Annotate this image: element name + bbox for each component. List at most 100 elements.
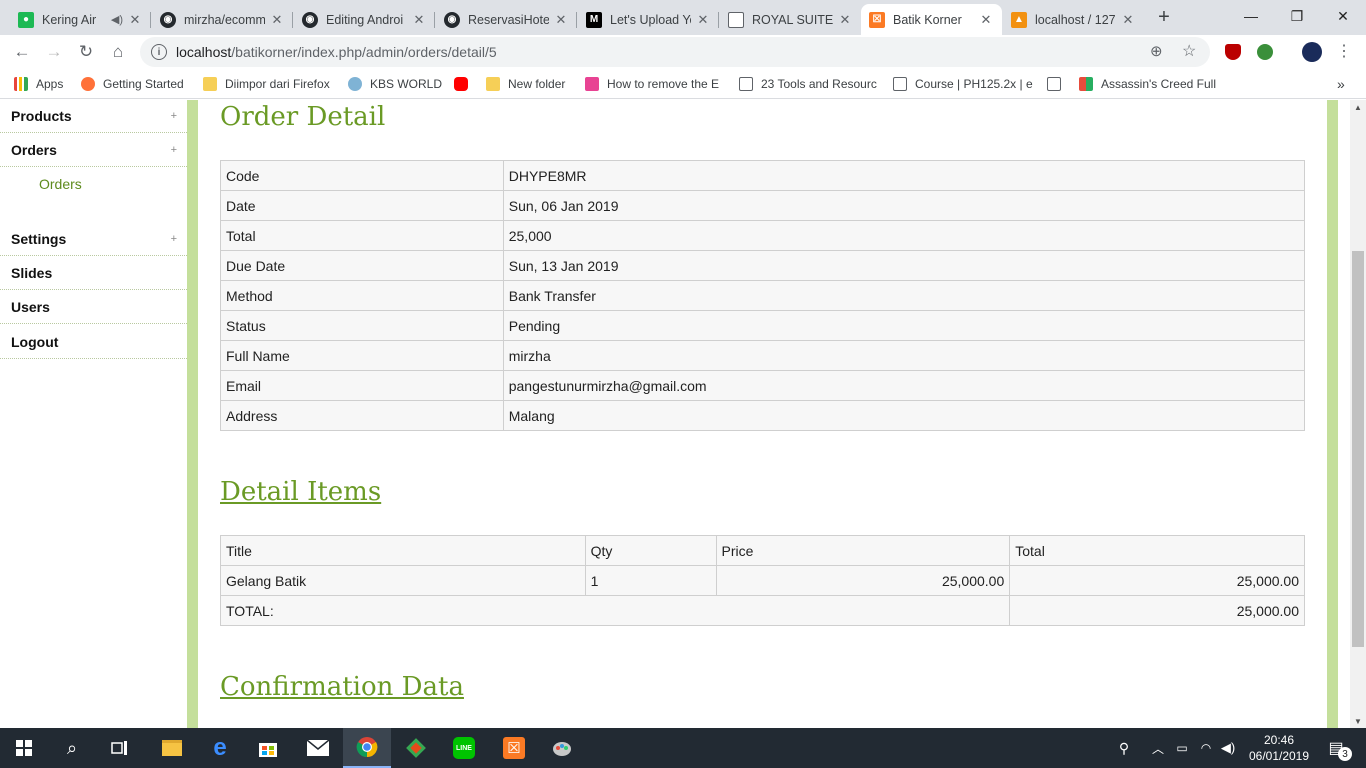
- close-window-button[interactable]: ✕: [1320, 0, 1366, 32]
- bookmark-apps[interactable]: Apps: [14, 76, 63, 92]
- search-icon[interactable]: ⌕: [48, 728, 96, 768]
- tab-title: Kering Air: [42, 12, 97, 27]
- globe-extension-icon[interactable]: [1257, 44, 1273, 60]
- address-bar[interactable]: i localhost/batikorner/index.php/admin/o…: [140, 37, 1210, 67]
- sidebar-item-logout[interactable]: Logout: [0, 325, 187, 359]
- line-app-icon[interactable]: LINE: [440, 728, 488, 768]
- expand-plus-icon[interactable]: +: [171, 233, 177, 245]
- bookmark-course[interactable]: Course | PH125.2x | e: [893, 76, 1033, 92]
- bookmark-23-tools[interactable]: 23 Tools and Resourc: [739, 76, 877, 92]
- tab-github-reservasi[interactable]: ◉ ReservasiHotel ✕: [436, 4, 577, 35]
- sidebar-item-orders[interactable]: Orders +: [0, 133, 187, 167]
- tab-medium[interactable]: M Let's Upload Yo ✕: [578, 4, 719, 35]
- forward-arrow-icon[interactable]: →: [42, 40, 66, 64]
- shield-extension-icon[interactable]: [1225, 44, 1241, 60]
- close-icon[interactable]: ✕: [695, 12, 711, 28]
- bookmark-label: Course | PH125.2x | e: [915, 77, 1033, 91]
- table-header-row: Title Qty Price Total: [220, 535, 1305, 566]
- close-icon[interactable]: ✕: [269, 12, 285, 28]
- bookmark-diimpor[interactable]: Diimpor dari Firefox: [203, 76, 330, 92]
- windows-flag-icon: [1079, 77, 1093, 91]
- close-icon[interactable]: ✕: [837, 12, 853, 28]
- scroll-down-arrow-icon[interactable]: ▼: [1350, 714, 1366, 728]
- task-view-icon[interactable]: [96, 728, 144, 768]
- tab-title: Editing Androi: [326, 12, 404, 27]
- folder-icon: [486, 77, 500, 91]
- clock-date: 06/01/2019: [1248, 749, 1310, 763]
- bookmark-youtube[interactable]: [454, 76, 476, 92]
- sidebar-item-products[interactable]: Products +: [0, 100, 187, 133]
- medium-icon: M: [586, 11, 602, 28]
- tab-royal-suite[interactable]: ROYAL SUITE ✕: [720, 4, 861, 35]
- people-icon[interactable]: ⚲: [1112, 728, 1136, 768]
- clock[interactable]: 20:46 06/01/2019: [1244, 728, 1314, 768]
- git-kraken-icon[interactable]: [392, 728, 440, 768]
- scrollbar-thumb[interactable]: [1352, 251, 1364, 647]
- xampp-taskbar-icon[interactable]: ☒: [490, 728, 538, 768]
- battery-icon[interactable]: ▭: [1172, 728, 1192, 768]
- bookmark-label: New folder: [508, 77, 566, 91]
- tab-phpmyadmin[interactable]: ▲ localhost / 127 ✕: [1003, 4, 1144, 35]
- bookmark-label: Assassin's Creed Full: [1101, 77, 1216, 91]
- wifi-icon[interactable]: ◠: [1196, 728, 1216, 768]
- url-text[interactable]: localhost/batikorner/index.php/admin/ord…: [176, 44, 497, 60]
- bookmark-getting-started[interactable]: Getting Started: [81, 76, 184, 92]
- menu-dots-icon[interactable]: ⋮: [1336, 41, 1352, 61]
- edge-browser-icon[interactable]: e: [196, 728, 244, 768]
- order-detail-rows: Code DHYPE8MR Date Sun, 06 Jan 2019 Total 25,…: [220, 160, 1306, 431]
- back-arrow-icon[interactable]: ←: [10, 40, 34, 64]
- table-row: Status Pending: [220, 310, 1306, 341]
- mute-icon[interactable]: ◀): [111, 13, 123, 26]
- bookmark-star-icon[interactable]: ☆: [1182, 41, 1196, 61]
- notification-center-icon[interactable]: ▤ 3: [1318, 728, 1354, 768]
- sidebar-item-users[interactable]: Users: [0, 290, 187, 324]
- sidebar-subitem-orders[interactable]: Orders: [39, 176, 82, 192]
- zoom-icon[interactable]: ⊕: [1150, 42, 1163, 60]
- minimize-button[interactable]: —: [1228, 0, 1274, 32]
- windows-start-icon[interactable]: [0, 728, 48, 768]
- expand-plus-icon[interactable]: +: [171, 144, 177, 156]
- info-icon[interactable]: i: [151, 44, 167, 60]
- close-icon[interactable]: ✕: [127, 12, 143, 28]
- bookmark-kbs-world[interactable]: KBS WORLD: [348, 76, 442, 92]
- bookmark-blank-page[interactable]: [1047, 76, 1069, 92]
- volume-icon[interactable]: ◀): [1218, 728, 1238, 768]
- vertical-scrollbar[interactable]: ▲ ▼: [1350, 100, 1366, 728]
- column-header-qty: Qty: [584, 535, 717, 566]
- close-icon[interactable]: ✕: [553, 12, 569, 28]
- field-value: DHYPE8MR: [502, 160, 1306, 191]
- expand-plus-icon[interactable]: +: [171, 110, 177, 122]
- chevron-up-icon[interactable]: ︿: [1148, 728, 1168, 768]
- close-icon[interactable]: ✕: [1120, 12, 1136, 28]
- tab-kering-air[interactable]: ● Kering Air ◀) ✕: [10, 4, 151, 35]
- close-icon[interactable]: ✕: [978, 12, 994, 28]
- tab-github-editing[interactable]: ◉ Editing Androi ✕: [294, 4, 435, 35]
- store-icon[interactable]: [244, 728, 292, 768]
- tab-batik-korner[interactable]: ☒ Batik Korner ✕: [861, 4, 1002, 35]
- sidebar-item-settings[interactable]: Settings +: [0, 222, 187, 256]
- new-tab-button[interactable]: +: [1152, 6, 1176, 30]
- home-icon[interactable]: ⌂: [106, 40, 130, 64]
- sidebar-item-label: Logout: [11, 333, 59, 350]
- tab-github-mirzha[interactable]: ◉ mirzha/ecomm ✕: [152, 4, 293, 35]
- paint-app-icon[interactable]: [538, 728, 586, 768]
- file-explorer-icon[interactable]: [148, 728, 196, 768]
- more-bookmarks-chevron-icon[interactable]: »: [1337, 76, 1345, 92]
- bookmark-assassins-creed[interactable]: Assassin's Creed Full: [1079, 76, 1216, 92]
- bookmark-new-folder[interactable]: New folder: [486, 76, 565, 92]
- browser-tab-strip: ● Kering Air ◀) ✕ ◉ mirzha/ecomm ✕ ◉ Edi…: [0, 0, 1366, 35]
- confirmation-data-heading[interactable]: Confirmation Data: [220, 672, 464, 702]
- detail-items-heading[interactable]: Detail Items: [220, 477, 381, 507]
- field-value: Pending: [502, 310, 1306, 341]
- scroll-up-arrow-icon[interactable]: ▲: [1350, 100, 1366, 114]
- page-icon: [739, 77, 753, 91]
- field-label: Full Name: [220, 340, 504, 371]
- maximize-button[interactable]: ❐: [1274, 0, 1320, 32]
- profile-avatar[interactable]: [1302, 42, 1322, 62]
- mail-icon[interactable]: [294, 728, 342, 768]
- chrome-taskbar-icon[interactable]: [343, 728, 391, 768]
- reload-icon[interactable]: ↻: [74, 40, 98, 64]
- close-icon[interactable]: ✕: [411, 12, 427, 28]
- sidebar-item-slides[interactable]: Slides: [0, 256, 187, 290]
- bookmark-how-to-remove[interactable]: How to remove the E: [585, 76, 719, 92]
